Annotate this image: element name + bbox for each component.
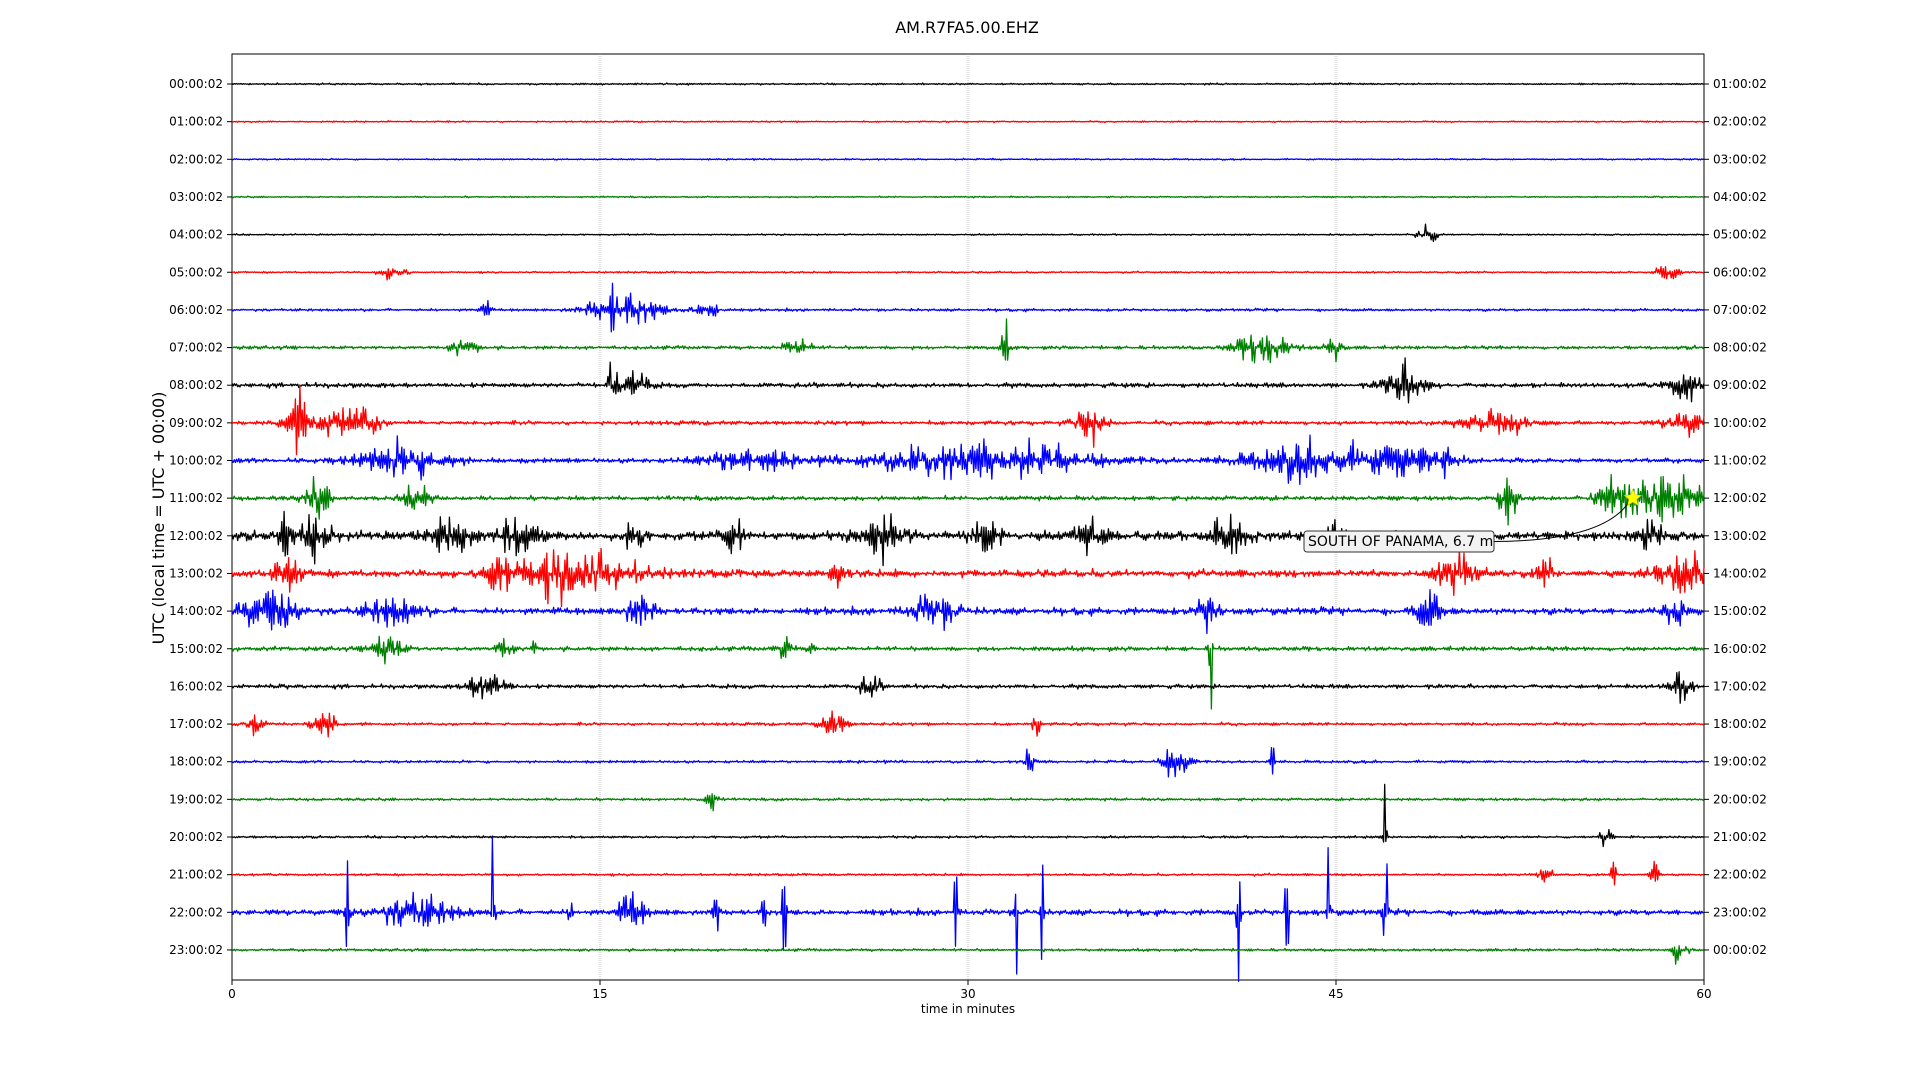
right-label-10: 11:00:02 xyxy=(1713,454,1767,468)
x-tick-label-4: 60 xyxy=(1696,987,1711,1001)
right-label-12: 13:00:02 xyxy=(1713,529,1767,543)
x-tick-label-1: 15 xyxy=(592,987,607,1001)
right-label-13: 14:00:02 xyxy=(1713,566,1767,580)
right-label-23: 00:00:02 xyxy=(1713,943,1767,957)
left-label-14: 14:00:02 xyxy=(169,604,223,618)
right-label-14: 15:00:02 xyxy=(1713,604,1767,618)
helicorder-chart: AM.R7FA5.00.EHZ 00:00:02 01:00:02 02:00:02… xyxy=(149,18,1767,1016)
annotation-text: SOUTH OF PANAMA, 6.7 m xyxy=(1308,534,1493,550)
right-label-19: 20:00:02 xyxy=(1713,792,1767,806)
left-label-8: 08:00:02 xyxy=(169,378,223,392)
right-label-7: 08:00:02 xyxy=(1713,341,1767,355)
right-label-11: 12:00:02 xyxy=(1713,491,1767,505)
right-label-16: 17:00:02 xyxy=(1713,679,1767,693)
right-label-4: 05:00:02 xyxy=(1713,228,1767,242)
right-label-18: 19:00:02 xyxy=(1713,755,1767,769)
left-label-4: 04:00:02 xyxy=(169,228,223,242)
left-label-2: 02:00:02 xyxy=(169,152,223,166)
right-label-3: 04:00:02 xyxy=(1713,190,1767,204)
left-label-1: 01:00:02 xyxy=(169,115,223,129)
x-tick-label-3: 45 xyxy=(1328,987,1343,1001)
x-tick-label-0: 0 xyxy=(228,987,236,1001)
right-label-17: 18:00:02 xyxy=(1713,717,1767,731)
left-hour-labels: 00:00:02 01:00:02 02:00:02 03:00:02 04:00:02… xyxy=(169,77,232,957)
left-label-3: 03:00:02 xyxy=(169,190,223,204)
y-axis-label: UTC (local time = UTC + 00:00) xyxy=(149,392,168,645)
left-label-11: 11:00:02 xyxy=(169,491,223,505)
right-label-9: 10:00:02 xyxy=(1713,416,1767,430)
right-label-2: 03:00:02 xyxy=(1713,152,1767,166)
x-axis-ticks: 0 15 30 45 60 xyxy=(228,980,1712,1001)
left-label-12: 12:00:02 xyxy=(169,529,223,543)
x-axis-label: time in minutes xyxy=(921,1002,1015,1016)
right-label-15: 16:00:02 xyxy=(1713,642,1767,656)
right-hour-labels: 01:00:02 02:00:02 03:00:02 04:00:02 05:00:02… xyxy=(1704,77,1767,957)
left-label-10: 10:00:02 xyxy=(169,454,223,468)
left-label-16: 16:00:02 xyxy=(169,679,223,693)
right-label-8: 09:00:02 xyxy=(1713,378,1767,392)
left-label-22: 22:00:02 xyxy=(169,905,223,919)
right-label-6: 07:00:02 xyxy=(1713,303,1767,317)
left-label-0: 00:00:02 xyxy=(169,77,223,91)
right-label-5: 06:00:02 xyxy=(1713,265,1767,279)
right-label-0: 01:00:02 xyxy=(1713,77,1767,91)
left-label-21: 21:00:02 xyxy=(169,868,223,882)
chart-title: AM.R7FA5.00.EHZ xyxy=(895,18,1039,37)
left-label-13: 13:00:02 xyxy=(169,566,223,580)
left-label-18: 18:00:02 xyxy=(169,755,223,769)
left-label-20: 20:00:02 xyxy=(169,830,223,844)
right-label-20: 21:00:02 xyxy=(1713,830,1767,844)
left-label-6: 06:00:02 xyxy=(169,303,223,317)
left-label-5: 05:00:02 xyxy=(169,265,223,279)
left-label-23: 23:00:02 xyxy=(169,943,223,957)
right-label-22: 23:00:02 xyxy=(1713,905,1767,919)
x-tick-label-2: 30 xyxy=(960,987,975,1001)
left-label-7: 07:00:02 xyxy=(169,341,223,355)
left-label-9: 09:00:02 xyxy=(169,416,223,430)
right-label-1: 02:00:02 xyxy=(1713,115,1767,129)
left-label-15: 15:00:02 xyxy=(169,642,223,656)
left-label-19: 19:00:02 xyxy=(169,792,223,806)
left-label-17: 17:00:02 xyxy=(169,717,223,731)
right-label-21: 22:00:02 xyxy=(1713,868,1767,882)
